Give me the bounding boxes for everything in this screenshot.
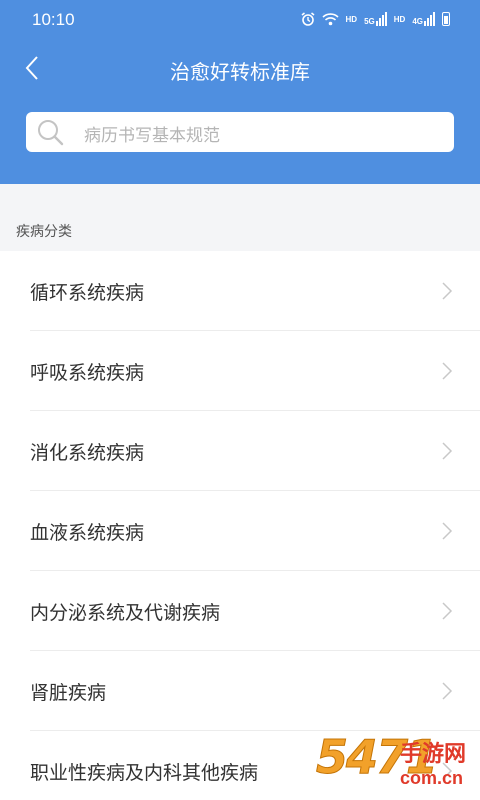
header: 10:10 HD 5G HD 4G 治愈好转标准库 病历书写基本规范	[0, 0, 480, 184]
list-item[interactable]: 消化系统疾病	[0, 411, 480, 491]
category-list: 循环系统疾病 呼吸系统疾病 消化系统疾病 血液系统疾病 内分泌系统及代谢疾病 肾…	[0, 251, 480, 800]
list-item[interactable]: 呼吸系统疾病	[0, 331, 480, 411]
watermark-url: com.cn	[400, 768, 464, 788]
signal-icon-2: 4G	[412, 12, 435, 26]
list-item-label: 血液系统疾病	[30, 521, 145, 544]
list-item-label: 内分泌系统及代谢疾病	[30, 601, 221, 624]
status-time: 10:10	[32, 10, 75, 29]
alarm-icon	[301, 12, 315, 26]
network-type-2: 4G	[412, 17, 423, 26]
search-icon	[38, 120, 64, 146]
list-item-label: 消化系统疾病	[30, 441, 145, 464]
chevron-right-icon	[442, 442, 453, 460]
chevron-right-icon	[442, 602, 453, 620]
battery-icon	[442, 12, 450, 26]
section-label: 疾病分类	[16, 224, 72, 240]
list-item-label: 循环系统疾病	[30, 281, 145, 304]
page-title: 治愈好转标准库	[170, 60, 310, 84]
list-item[interactable]: 血液系统疾病	[0, 491, 480, 571]
search-placeholder: 病历书写基本规范	[84, 126, 220, 146]
hd-badge-1: HD	[345, 14, 358, 24]
network-type-1: 5G	[364, 17, 375, 26]
chevron-right-icon	[442, 682, 453, 700]
wifi-icon	[321, 13, 339, 26]
watermark-brand: 手游网	[400, 742, 467, 767]
list-item-label: 呼吸系统疾病	[30, 361, 145, 384]
status-icons: HD 5G HD 4G	[301, 12, 450, 26]
chevron-right-icon	[442, 362, 453, 380]
status-bar: 10:10 HD 5G HD 4G	[0, 0, 480, 42]
hd-badge-2: HD	[393, 14, 406, 24]
chevron-right-icon	[442, 522, 453, 540]
list-item-label: 肾脏疾病	[30, 681, 107, 704]
list-item[interactable]: 循环系统疾病	[0, 251, 480, 331]
chevron-right-icon	[442, 282, 453, 300]
nav-bar: 治愈好转标准库	[0, 42, 480, 98]
signal-icon-1: 5G	[364, 12, 387, 26]
watermark-logo: 5471 手游网 com.cn	[315, 730, 476, 798]
list-item[interactable]: 肾脏疾病	[0, 651, 480, 731]
list-item[interactable]: 内分泌系统及代谢疾病	[0, 571, 480, 651]
list-item-label: 职业性疾病及内科其他疾病	[30, 761, 259, 784]
search-input[interactable]: 病历书写基本规范	[26, 112, 454, 152]
